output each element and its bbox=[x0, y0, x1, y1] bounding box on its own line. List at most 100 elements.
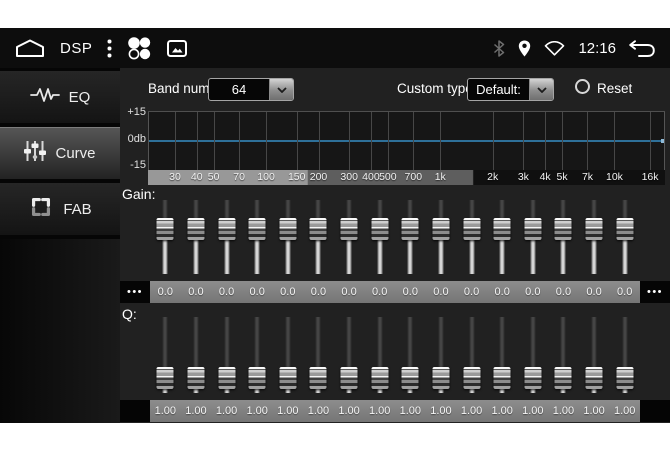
slider-thumb[interactable] bbox=[494, 218, 511, 240]
q-slider-14[interactable] bbox=[548, 317, 579, 395]
q-slider-8[interactable] bbox=[364, 317, 395, 395]
slider-thumb[interactable] bbox=[402, 218, 419, 240]
dropdown-button[interactable] bbox=[529, 79, 553, 100]
gain-value-3: 0.0 bbox=[211, 281, 242, 303]
q-slider-4[interactable] bbox=[242, 317, 273, 395]
gain-more-right-button[interactable]: ••• bbox=[640, 281, 670, 303]
sidebar-item-curve[interactable]: Curve bbox=[0, 127, 120, 179]
gain-value-8: 0.0 bbox=[364, 281, 395, 303]
slider-thumb[interactable] bbox=[463, 218, 480, 240]
sidebar-item-eq[interactable]: EQ bbox=[0, 71, 120, 123]
slider-thumb[interactable] bbox=[157, 367, 174, 389]
slider-thumb[interactable] bbox=[616, 367, 633, 389]
gain-slider-7[interactable] bbox=[334, 200, 365, 276]
slider-thumb[interactable] bbox=[371, 218, 388, 240]
gain-slider-2[interactable] bbox=[181, 200, 212, 276]
slider-rail-lower bbox=[438, 238, 443, 274]
gain-slider-12[interactable] bbox=[487, 200, 518, 276]
slider-rail-upper bbox=[500, 317, 505, 369]
q-slider-3[interactable] bbox=[211, 317, 242, 395]
slider-thumb[interactable] bbox=[524, 218, 541, 240]
slider-thumb[interactable] bbox=[249, 218, 266, 240]
dropdown-button[interactable] bbox=[269, 79, 293, 100]
gain-slider-6[interactable] bbox=[303, 200, 334, 276]
slider-thumb[interactable] bbox=[586, 218, 603, 240]
gain-slider-1[interactable] bbox=[150, 200, 181, 276]
slider-thumb[interactable] bbox=[279, 367, 296, 389]
gain-slider-15[interactable] bbox=[579, 200, 610, 276]
menu-dots-icon[interactable] bbox=[107, 39, 112, 58]
q-slider-16[interactable] bbox=[609, 317, 640, 395]
sidebar: EQ Curve bbox=[0, 68, 120, 423]
slider-thumb[interactable] bbox=[463, 367, 480, 389]
gain-slider-9[interactable] bbox=[395, 200, 426, 276]
slider-thumb[interactable] bbox=[279, 218, 296, 240]
slider-thumb[interactable] bbox=[187, 367, 204, 389]
gain-slider-11[interactable] bbox=[456, 200, 487, 276]
slider-thumb[interactable] bbox=[524, 367, 541, 389]
gain-slider-14[interactable] bbox=[548, 200, 579, 276]
q-slider-7[interactable] bbox=[334, 317, 365, 395]
gallery-icon[interactable] bbox=[167, 40, 187, 57]
home-icon[interactable] bbox=[15, 39, 45, 57]
slider-thumb[interactable] bbox=[218, 367, 235, 389]
q-slider-11[interactable] bbox=[456, 317, 487, 395]
gain-slider-8[interactable] bbox=[364, 200, 395, 276]
gain-slider-row bbox=[150, 200, 640, 276]
slider-thumb[interactable] bbox=[432, 367, 449, 389]
q-slider-15[interactable] bbox=[579, 317, 610, 395]
slider-thumb[interactable] bbox=[555, 218, 572, 240]
gain-slider-3[interactable] bbox=[211, 200, 242, 276]
q-slider-13[interactable] bbox=[518, 317, 549, 395]
sidebar-item-fab[interactable]: FAB bbox=[0, 183, 120, 235]
slider-rail-lower bbox=[530, 238, 535, 274]
q-slider-1[interactable] bbox=[150, 317, 181, 395]
slider-thumb[interactable] bbox=[616, 218, 633, 240]
gain-slider-4[interactable] bbox=[242, 200, 273, 276]
reset-radio[interactable] bbox=[575, 79, 590, 94]
slider-rail-upper bbox=[193, 317, 198, 369]
slider-thumb[interactable] bbox=[371, 367, 388, 389]
sidebar-filler-panel bbox=[0, 239, 120, 423]
slider-rail-upper bbox=[224, 200, 229, 220]
app-body: EQ Curve bbox=[0, 68, 670, 423]
slider-thumb[interactable] bbox=[310, 367, 327, 389]
y-tick-0db: 0db bbox=[120, 133, 146, 145]
custom-type-dropdown[interactable]: Default: bbox=[467, 78, 554, 101]
apps-clover-icon[interactable] bbox=[127, 36, 152, 61]
slider-rail-upper bbox=[622, 317, 627, 369]
slider-thumb[interactable] bbox=[341, 367, 358, 389]
gain-slider-16[interactable] bbox=[609, 200, 640, 276]
slider-thumb[interactable] bbox=[494, 367, 511, 389]
gain-slider-13[interactable] bbox=[518, 200, 549, 276]
slider-rail-lower bbox=[316, 238, 321, 274]
q-slider-5[interactable] bbox=[273, 317, 304, 395]
q-slider-12[interactable] bbox=[487, 317, 518, 395]
reset-label: Reset bbox=[597, 81, 632, 96]
gain-slider-10[interactable] bbox=[426, 200, 457, 276]
q-slider-9[interactable] bbox=[395, 317, 426, 395]
back-arrow-icon[interactable] bbox=[629, 40, 655, 57]
slider-thumb[interactable] bbox=[157, 218, 174, 240]
band-num-dropdown[interactable]: 64 bbox=[208, 78, 294, 101]
slider-rail-lower bbox=[622, 238, 627, 274]
slider-thumb[interactable] bbox=[249, 367, 266, 389]
slider-thumb[interactable] bbox=[187, 218, 204, 240]
q-slider-6[interactable] bbox=[303, 317, 334, 395]
slider-thumb[interactable] bbox=[218, 218, 235, 240]
slider-thumb[interactable] bbox=[310, 218, 327, 240]
freq-tick-label: 500 bbox=[379, 171, 397, 183]
q-value-4: 1.00 bbox=[242, 400, 273, 422]
slider-rail-upper bbox=[530, 317, 535, 369]
gridline bbox=[175, 112, 176, 170]
slider-thumb[interactable] bbox=[432, 218, 449, 240]
slider-thumb[interactable] bbox=[341, 218, 358, 240]
q-slider-2[interactable] bbox=[181, 317, 212, 395]
slider-thumb[interactable] bbox=[402, 367, 419, 389]
slider-thumb[interactable] bbox=[586, 367, 603, 389]
slider-thumb[interactable] bbox=[555, 367, 572, 389]
gain-more-left-button[interactable]: ••• bbox=[120, 281, 150, 303]
q-slider-10[interactable] bbox=[426, 317, 457, 395]
gain-slider-5[interactable] bbox=[273, 200, 304, 276]
plot-edge-line bbox=[664, 112, 665, 170]
